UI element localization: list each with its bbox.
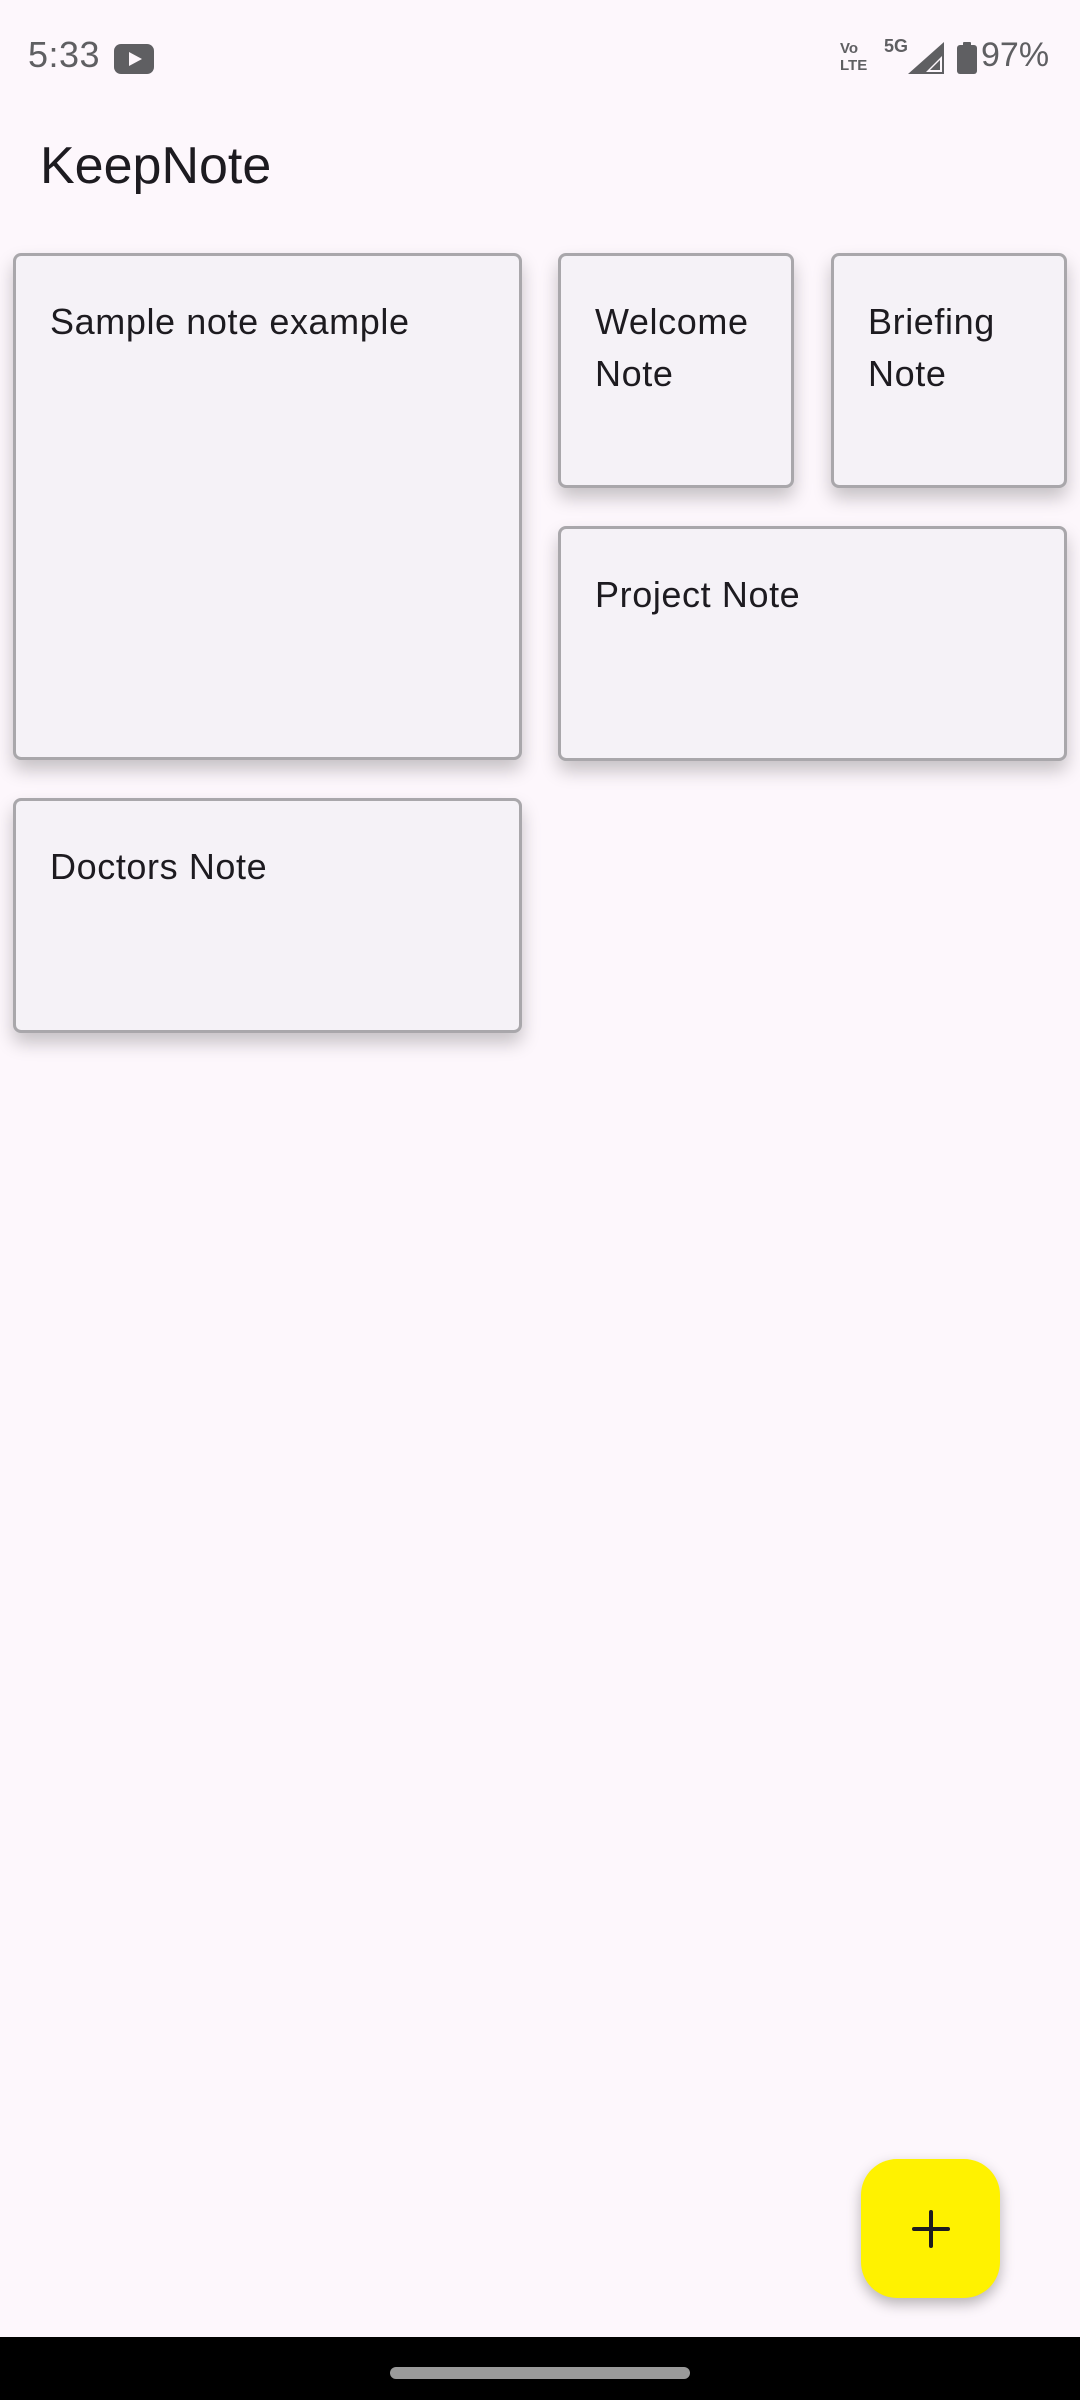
- volte-label-bottom: LTE: [840, 57, 868, 74]
- signal-icon: [908, 42, 944, 74]
- note-title: Sample note example: [50, 301, 410, 342]
- volte-icon: Vo LTE: [840, 40, 878, 74]
- note-card-sample[interactable]: Sample note example: [13, 253, 522, 760]
- note-title: Project Note: [595, 574, 801, 615]
- app-title: KeepNote: [40, 137, 272, 195]
- add-note-button[interactable]: [861, 2159, 1000, 2298]
- youtube-icon: [114, 44, 154, 74]
- note-title: Doctors Note: [50, 846, 268, 887]
- note-title: Welcome Note: [595, 301, 749, 394]
- note-card-briefing[interactable]: Briefing Note: [831, 253, 1067, 488]
- battery-icon: [957, 42, 977, 74]
- note-card-welcome[interactable]: Welcome Note: [558, 253, 794, 488]
- note-title: Briefing Note: [868, 301, 995, 394]
- home-gesture-handle[interactable]: [390, 2367, 690, 2379]
- note-card-doctors[interactable]: Doctors Note: [13, 798, 522, 1033]
- system-nav-bar: [0, 2337, 1080, 2400]
- battery-percent: 97%: [981, 36, 1050, 74]
- status-time: 5:33: [28, 34, 101, 75]
- status-bar: 5:33 Vo LTE 5G 97%: [0, 0, 1080, 116]
- volte-label-top: Vo: [840, 40, 859, 57]
- note-card-project[interactable]: Project Note: [558, 526, 1067, 761]
- network-type-label: 5G: [884, 36, 909, 56]
- plus-icon: [911, 2209, 950, 2248]
